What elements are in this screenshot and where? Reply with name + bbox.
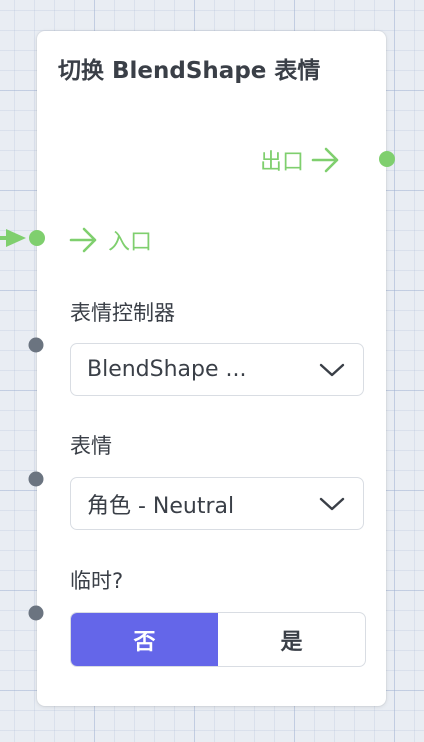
chevron-down-icon [319, 363, 345, 376]
toggle-option-yes[interactable]: 是 [218, 613, 365, 666]
output-port-label: 出口 [260, 150, 305, 175]
temporary-toggle: 否 是 [70, 612, 366, 667]
controller-select-value: BlendShape ... [87, 357, 247, 382]
output-port-handle[interactable] [379, 151, 395, 167]
controller-label: 表情控制器 [70, 301, 175, 325]
expression-select[interactable]: 角色 - Neutral [70, 477, 364, 530]
output-port: 出口 [260, 144, 342, 176]
arrow-right-icon [311, 147, 339, 173]
expression-label: 表情 [70, 434, 112, 458]
chevron-down-icon [319, 497, 345, 510]
temporary-label: 临时? [70, 569, 124, 593]
expression-port-handle[interactable] [28, 471, 44, 487]
arrow-right-icon [69, 227, 97, 253]
input-port-label: 入口 [108, 230, 153, 255]
node-title: 切换 BlendShape 表情 [58, 58, 321, 84]
input-port-handle[interactable] [29, 230, 45, 246]
controller-port-handle[interactable] [28, 337, 44, 353]
controller-select[interactable]: BlendShape ... [70, 343, 364, 396]
blendshape-switch-node[interactable]: 切换 BlendShape 表情 出口 入口 表情控制器 BlendShape … [28, 31, 395, 706]
temporary-port-handle[interactable] [28, 605, 44, 621]
expression-select-value: 角色 - Neutral [87, 493, 235, 519]
toggle-option-no[interactable]: 否 [71, 613, 218, 666]
input-port: 入口 [68, 224, 152, 256]
